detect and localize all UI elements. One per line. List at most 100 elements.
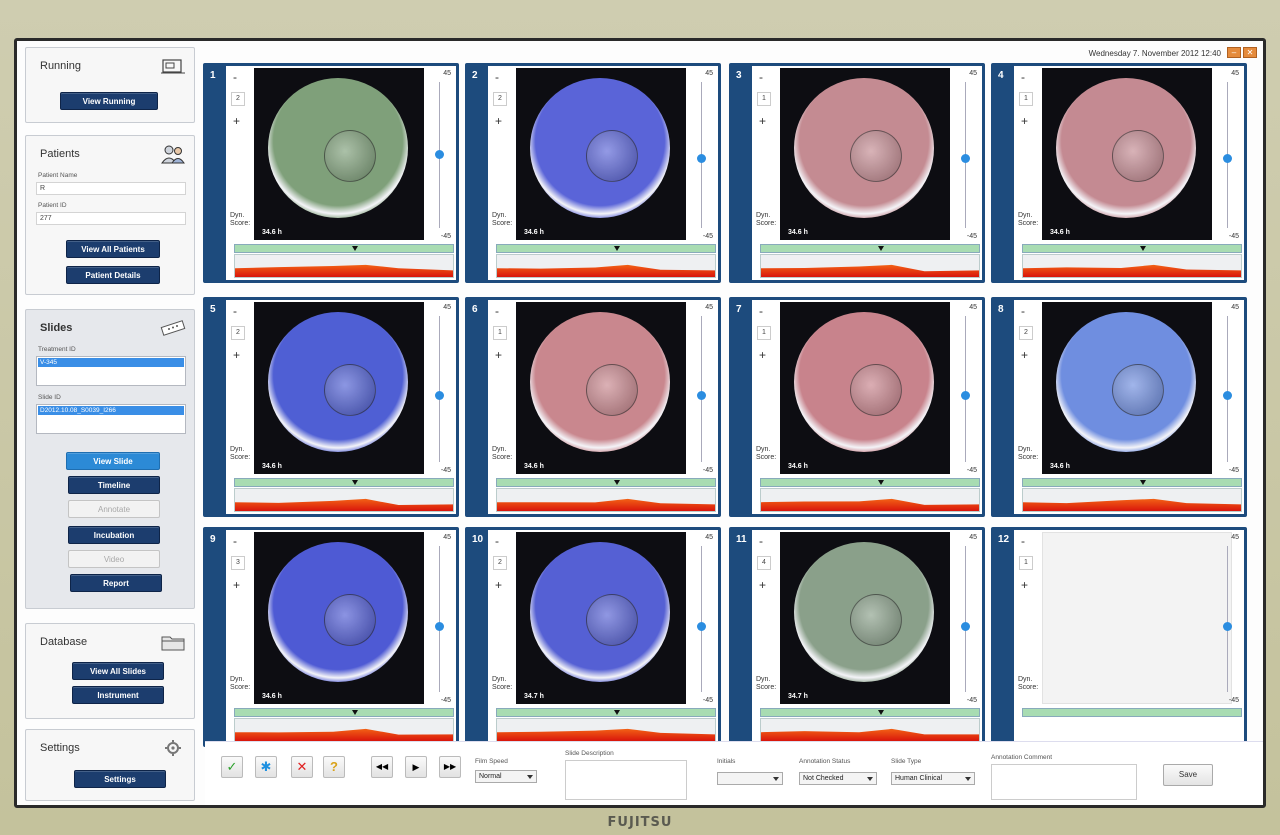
embryo-image[interactable]: 34.6 h [780, 302, 950, 474]
dyn-score-slider[interactable]: 45 -45 [957, 534, 977, 704]
initials-select[interactable] [717, 772, 783, 785]
increment-button[interactable]: + [1021, 114, 1028, 128]
timeline-bar[interactable] [760, 708, 980, 717]
decrement-button[interactable]: - [759, 304, 763, 318]
slider-handle[interactable] [697, 153, 706, 163]
cell-count-field[interactable]: 1 [757, 326, 771, 340]
slider-handle[interactable] [697, 622, 706, 632]
timeline-bar[interactable] [1022, 478, 1242, 487]
increment-button[interactable]: + [233, 114, 240, 128]
cell-count-field[interactable]: 2 [231, 326, 245, 340]
increment-button[interactable]: + [1021, 348, 1028, 362]
slider-handle[interactable] [1223, 622, 1232, 632]
embryo-well[interactable]: 5 - 2 + Dyn. Score: 34.6 h 45 -45 [203, 297, 459, 517]
dyn-score-slider[interactable]: 45 -45 [431, 304, 451, 474]
timeline-marker[interactable] [613, 480, 620, 485]
cell-count-field[interactable]: 2 [493, 556, 507, 570]
slider-handle[interactable] [435, 390, 444, 400]
embryo-well[interactable]: 10- 2 + Dyn. Score: 34.7 h 45 -45 [465, 527, 721, 747]
embryo-image[interactable]: 34.6 h [1042, 68, 1212, 240]
dyn-score-slider[interactable]: 45 -45 [431, 70, 451, 240]
timeline-bar[interactable] [234, 478, 454, 487]
timeline-bar[interactable] [760, 244, 980, 253]
minimize-button[interactable]: – [1227, 47, 1241, 58]
embryo-well[interactable]: 4 - 1 + Dyn. Score: 34.6 h 45 -45 [991, 63, 1247, 283]
decrement-button[interactable]: - [759, 534, 763, 548]
increment-button[interactable]: + [233, 578, 240, 592]
play-icon[interactable]: ▶ [405, 756, 427, 778]
slide-id-list[interactable]: D2012.10.08_S0039_I266 [36, 404, 186, 434]
timeline-marker[interactable] [877, 710, 884, 715]
view-all-slides-button[interactable]: View All Slides [72, 662, 164, 680]
slider-handle[interactable] [961, 153, 970, 163]
embryo-well[interactable]: 2 - 2 + Dyn. Score: 34.6 h 45 -45 [465, 63, 721, 283]
cell-count-field[interactable]: 1 [493, 326, 507, 340]
slide-description-field[interactable] [565, 760, 687, 800]
timeline-bar[interactable] [1022, 244, 1242, 253]
embryo-image[interactable]: 34.6 h [254, 68, 424, 240]
embryo-well[interactable]: 1 - 2 + Dyn. Score: 34.6 h 45 -45 [203, 63, 459, 283]
embryo-image[interactable]: 34.6 h [254, 532, 424, 704]
embryo-image[interactable]: 34.6 h [516, 302, 686, 474]
slide-type-select[interactable]: Human Clinical [891, 772, 975, 785]
cell-count-field[interactable]: 1 [1019, 556, 1033, 570]
checkmark-icon[interactable]: ✓ [221, 756, 243, 778]
timeline-marker[interactable] [1139, 480, 1146, 485]
patient-id-field[interactable]: 277 [36, 212, 186, 225]
timeline-bar[interactable] [234, 244, 454, 253]
timeline-marker[interactable] [613, 710, 620, 715]
decrement-button[interactable]: - [495, 70, 499, 84]
timeline-marker[interactable] [351, 710, 358, 715]
dyn-score-slider[interactable]: 45 -45 [693, 534, 713, 704]
timeline-marker[interactable] [1139, 246, 1146, 251]
decrement-button[interactable]: - [233, 70, 237, 84]
slider-handle[interactable] [1223, 153, 1232, 163]
embryo-image[interactable]: 34.7 h [780, 532, 950, 704]
embryo-well[interactable]: 8 - 2 + Dyn. Score: 34.6 h 45 -45 [991, 297, 1247, 517]
decrement-button[interactable]: - [1021, 534, 1025, 548]
timeline-button[interactable]: Timeline [68, 476, 160, 494]
save-button[interactable]: Save [1163, 764, 1213, 786]
increment-button[interactable]: + [1021, 578, 1028, 592]
slider-handle[interactable] [697, 390, 706, 400]
timeline-marker[interactable] [351, 480, 358, 485]
view-all-patients-button[interactable]: View All Patients [66, 240, 160, 258]
instrument-button[interactable]: Instrument [72, 686, 164, 704]
cell-count-field[interactable]: 2 [493, 92, 507, 106]
film-speed-select[interactable]: Normal [475, 770, 537, 783]
cell-count-field[interactable]: 3 [231, 556, 245, 570]
increment-button[interactable]: + [759, 114, 766, 128]
treatment-id-list[interactable]: V-345 [36, 356, 186, 386]
dyn-score-slider[interactable]: 45 -45 [1219, 304, 1239, 474]
patient-name-field[interactable]: R [36, 182, 186, 195]
embryo-image[interactable]: 34.7 h [516, 532, 686, 704]
timeline-bar[interactable] [496, 478, 716, 487]
timeline-marker[interactable] [877, 480, 884, 485]
timeline-marker[interactable] [613, 246, 620, 251]
timeline-bar[interactable] [760, 478, 980, 487]
increment-button[interactable]: + [495, 348, 502, 362]
embryo-well[interactable]: 3 - 1 + Dyn. Score: 34.6 h 45 -45 [729, 63, 985, 283]
decrement-button[interactable]: - [1021, 304, 1025, 318]
increment-button[interactable]: + [233, 348, 240, 362]
dyn-score-slider[interactable]: 45 -45 [693, 70, 713, 240]
slider-handle[interactable] [435, 149, 444, 159]
annotation-comment-field[interactable] [991, 764, 1137, 800]
increment-button[interactable]: + [495, 114, 502, 128]
increment-button[interactable]: + [759, 578, 766, 592]
treatment-id-item[interactable]: V-345 [38, 358, 184, 367]
decrement-button[interactable]: - [495, 304, 499, 318]
embryo-well[interactable]: 6 - 1 + Dyn. Score: 34.6 h 45 -45 [465, 297, 721, 517]
fast-forward-icon[interactable]: ▶▶ [439, 756, 461, 778]
dyn-score-slider[interactable]: 45 -45 [1219, 534, 1239, 704]
timeline-bar[interactable] [496, 708, 716, 717]
annotation-status-select[interactable]: Not Checked [799, 772, 877, 785]
timeline-bar[interactable] [1022, 708, 1242, 717]
asterisk-icon[interactable]: ✱ [255, 756, 277, 778]
view-slide-button[interactable]: View Slide [66, 452, 160, 470]
slider-handle[interactable] [435, 622, 444, 632]
slider-handle[interactable] [961, 390, 970, 400]
patient-details-button[interactable]: Patient Details [66, 266, 160, 284]
dyn-score-slider[interactable]: 45 -45 [693, 304, 713, 474]
embryo-well[interactable]: 9 - 3 + Dyn. Score: 34.6 h 45 -45 [203, 527, 459, 747]
